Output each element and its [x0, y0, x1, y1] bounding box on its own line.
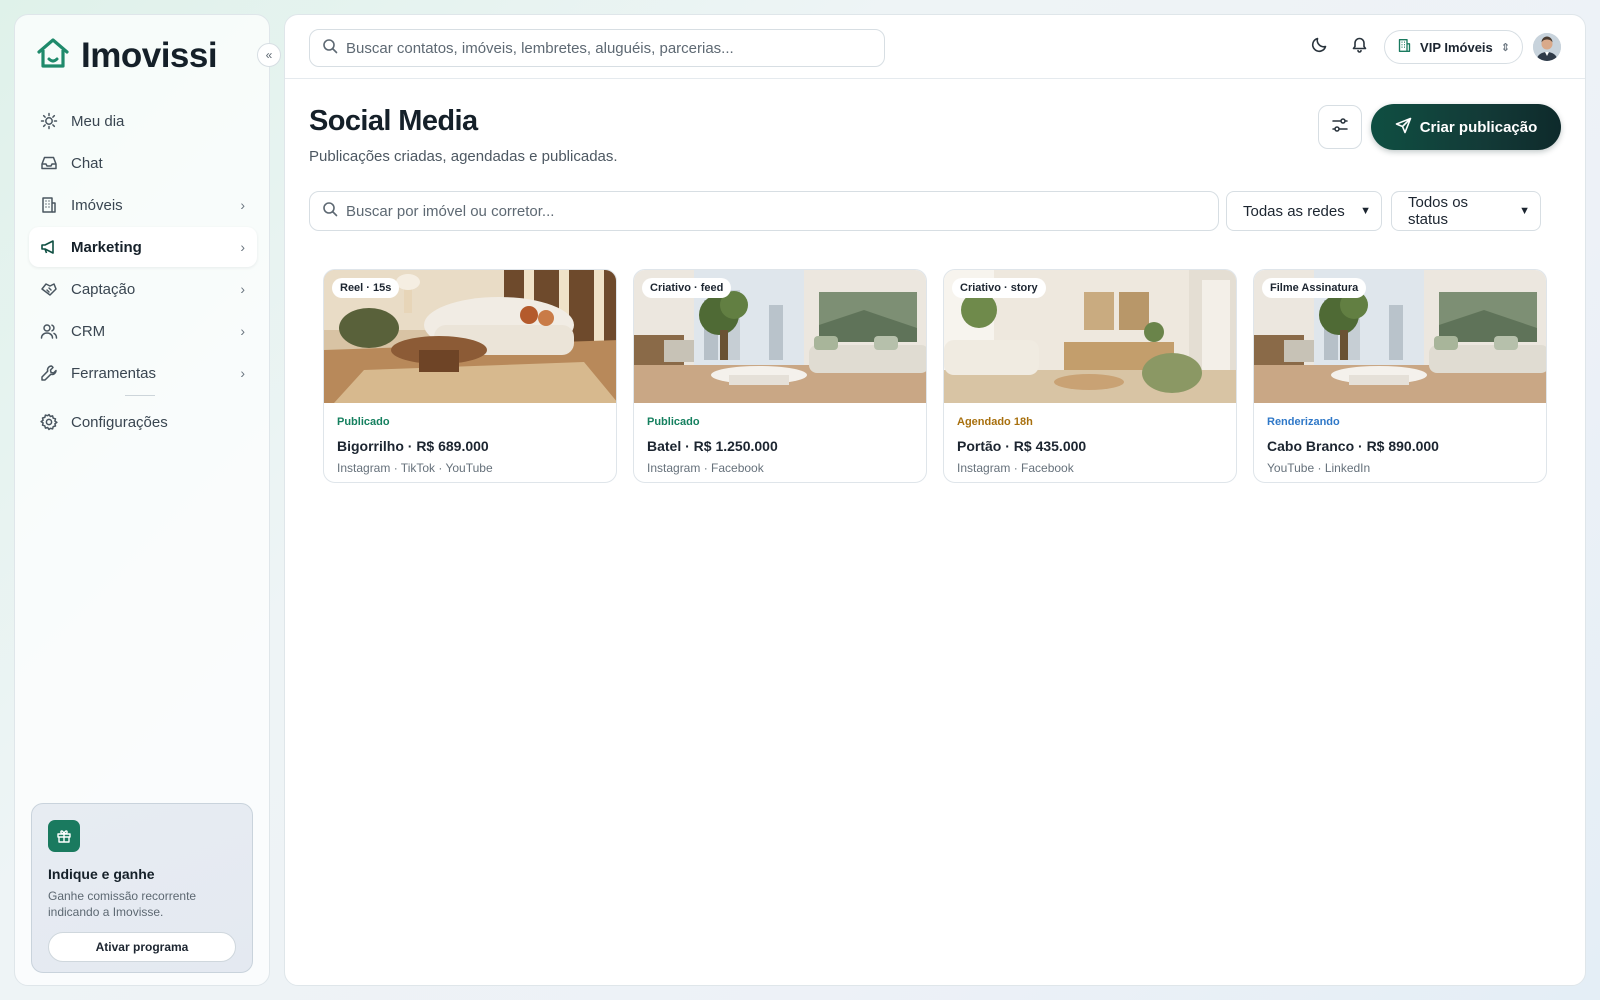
gift-icon — [48, 820, 80, 852]
global-search-input[interactable] — [346, 39, 884, 57]
topbar-actions: VIP Imóveis ⇕ — [1304, 29, 1561, 65]
sidebar-item-label: Marketing — [71, 238, 142, 256]
post-format-badge: Filme Assinatura — [1262, 278, 1367, 298]
post-thumbnail: Reel · 15s — [324, 270, 616, 403]
sliders-icon — [1331, 116, 1349, 139]
post-card[interactable]: Criativo · feed Publicado Batel · R$ 1.2… — [633, 269, 927, 483]
sidebar-item-marketing[interactable]: Marketing › — [29, 227, 257, 267]
sidebar-item-chat[interactable]: Chat — [29, 143, 257, 183]
gear-icon — [39, 412, 59, 432]
sidebar-item-label: Configurações — [71, 413, 168, 431]
users-icon — [39, 321, 59, 341]
post-status: Publicado — [337, 416, 390, 428]
activate-program-button[interactable]: Ativar programa — [48, 932, 236, 962]
network-filter-select[interactable]: Todas as redes ▼ — [1226, 191, 1382, 231]
avatar[interactable] — [1533, 33, 1561, 61]
create-post-button[interactable]: Criar publicação — [1371, 104, 1561, 150]
chevron-down-icon: ▼ — [1519, 205, 1530, 217]
page-subtitle: Publicações criadas, agendadas e publica… — [309, 148, 618, 165]
sidebar-item-imoveis[interactable]: Imóveis › — [29, 185, 257, 225]
theme-toggle-button[interactable] — [1304, 32, 1334, 62]
page-header: Social Media Publicações criadas, agenda… — [309, 105, 618, 165]
promo-title: Indique e ganhe — [48, 866, 155, 882]
topbar: VIP Imóveis ⇕ — [285, 15, 1585, 79]
sidebar-item-meu-dia[interactable]: Meu dia — [29, 101, 257, 141]
chevron-right-icon: › — [240, 197, 245, 213]
post-card[interactable]: Filme Assinatura Renderizando Cabo Branc… — [1253, 269, 1547, 483]
sidebar-item-label: Ferramentas — [71, 364, 157, 382]
post-format-badge: Reel · 15s — [332, 278, 400, 298]
chevron-right-icon: › — [240, 323, 245, 339]
search-icon — [322, 38, 338, 59]
post-status: Renderizando — [1267, 416, 1340, 428]
status-filter-value: Todos os status — [1408, 194, 1469, 228]
wrench-icon — [39, 363, 59, 383]
sidebar-item-label: Meu dia — [71, 112, 125, 130]
sidebar-item-captacao[interactable]: Captação › — [29, 269, 257, 309]
chevron-down-icon: ▼ — [1360, 205, 1371, 217]
post-networks: Instagram · TikTok · YouTube — [337, 461, 493, 475]
nav-divider — [125, 395, 155, 396]
sun-icon — [39, 111, 59, 131]
post-networks: Instagram · Facebook — [647, 461, 764, 475]
workspace-switcher[interactable]: VIP Imóveis ⇕ — [1384, 30, 1523, 64]
chevron-up-down-icon: ⇕ — [1500, 41, 1510, 54]
post-networks: Instagram · Facebook — [957, 461, 1074, 475]
sidebar-item-configuracoes[interactable]: Configurações — [29, 402, 257, 442]
handshake-icon — [39, 279, 59, 299]
notifications-button[interactable] — [1344, 32, 1374, 62]
main-panel: VIP Imóveis ⇕ Social Media Publicações c… — [284, 14, 1586, 986]
inbox-icon — [39, 153, 59, 173]
post-format-badge: Criativo · story — [952, 278, 1046, 298]
send-icon — [1395, 117, 1412, 138]
megaphone-icon — [39, 237, 59, 257]
collapse-sidebar-button[interactable]: « — [257, 43, 281, 67]
search-icon — [322, 201, 338, 222]
double-chevron-left-icon: « — [265, 48, 273, 62]
sidebar-item-label: CRM — [71, 322, 106, 340]
sidebar-item-label: Captação — [71, 280, 136, 298]
chevron-right-icon: › — [240, 281, 245, 297]
post-thumbnail: Criativo · feed — [634, 270, 926, 403]
sidebar-item-label: Imóveis — [71, 196, 123, 214]
post-search-input[interactable] — [346, 202, 1218, 220]
moon-icon — [1311, 36, 1328, 58]
sidebar-item-ferramentas[interactable]: Ferramentas › — [29, 353, 257, 393]
post-title: Portão · R$ 435.000 — [957, 438, 1087, 454]
post-status: Agendado 18h — [957, 416, 1033, 428]
sidebar: Imovissi « Meu dia Chat Imóveis › Market… — [14, 14, 281, 986]
filter-settings-button[interactable] — [1318, 105, 1362, 149]
promo-text: Ganhe comissão recorrente indicando a Im… — [48, 889, 197, 919]
global-search[interactable] — [309, 29, 885, 67]
post-status: Publicado — [647, 416, 700, 428]
house-logo-icon — [35, 35, 71, 76]
chevron-right-icon: › — [240, 239, 245, 255]
sidebar-item-label: Chat — [71, 154, 103, 172]
post-thumbnail: Filme Assinatura — [1254, 270, 1546, 403]
post-title: Cabo Branco · R$ 890.000 — [1267, 438, 1439, 454]
brand-name: Imovissi — [81, 35, 218, 75]
post-card[interactable]: Reel · 15s Publicado Bigorrilho · R$ 689… — [323, 269, 617, 483]
workspace-name: VIP Imóveis — [1420, 39, 1493, 55]
referral-promo-card: Indique e ganhe Ganhe comissão recorrent… — [31, 803, 253, 973]
post-networks: YouTube · LinkedIn — [1267, 461, 1371, 475]
post-format-badge: Criativo · feed — [642, 278, 732, 298]
bell-icon — [1351, 36, 1368, 58]
posts-grid: Reel · 15s Publicado Bigorrilho · R$ 689… — [323, 269, 1547, 483]
post-card[interactable]: Criativo · story Agendado 18h Portão · R… — [943, 269, 1237, 483]
chevron-right-icon: › — [240, 365, 245, 381]
sidebar-nav: Meu dia Chat Imóveis › Marketing › Capta… — [29, 101, 257, 444]
page-title: Social Media — [309, 105, 478, 137]
create-post-label: Criar publicação — [1419, 118, 1538, 136]
post-title: Batel · R$ 1.250.000 — [647, 438, 778, 454]
post-search[interactable] — [309, 191, 1219, 231]
network-filter-value: Todas as redes — [1243, 202, 1345, 220]
building-icon — [1397, 38, 1412, 56]
sidebar-item-crm[interactable]: CRM › — [29, 311, 257, 351]
post-title: Bigorrilho · R$ 689.000 — [337, 438, 489, 454]
building-icon — [39, 195, 59, 215]
post-thumbnail: Criativo · story — [944, 270, 1236, 403]
brand-logo[interactable]: Imovissi — [35, 35, 218, 76]
status-filter-select[interactable]: Todos os status ▼ — [1391, 191, 1541, 231]
